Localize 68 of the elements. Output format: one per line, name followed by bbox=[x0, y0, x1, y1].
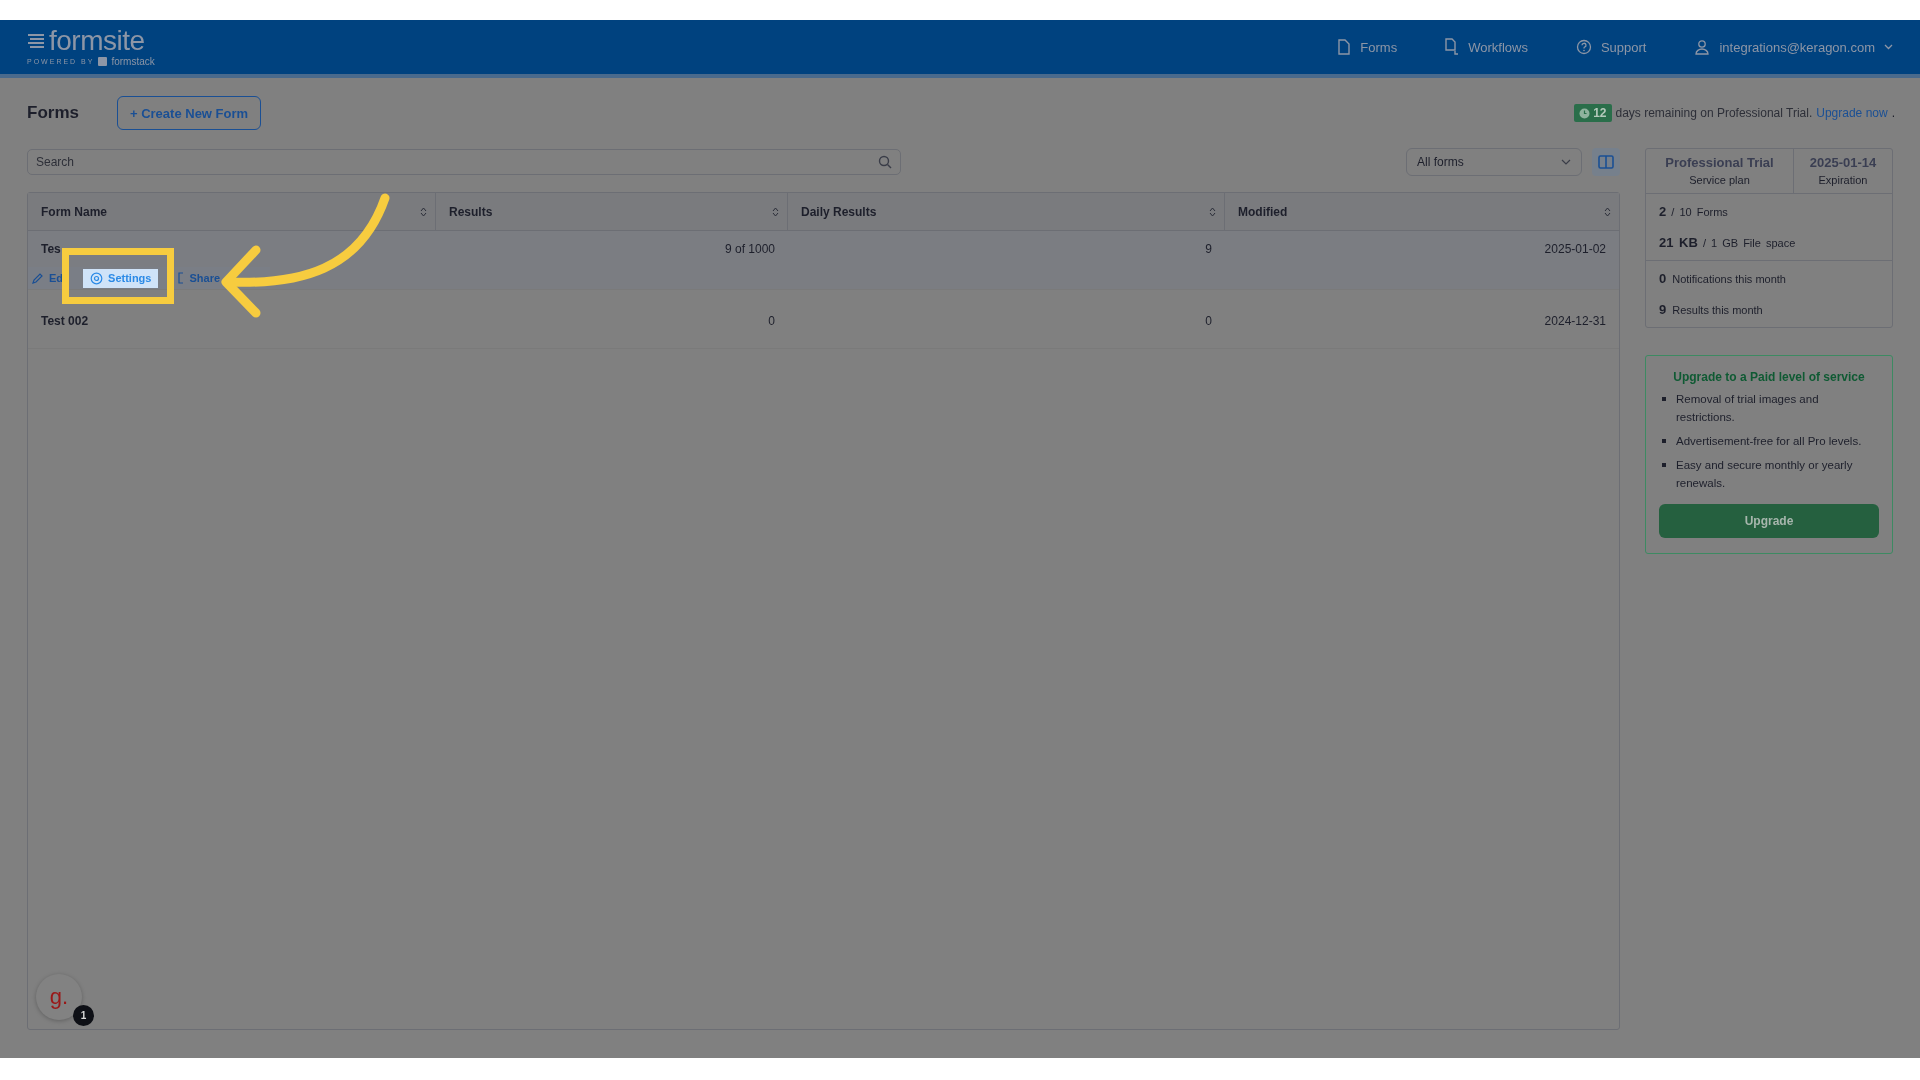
plan-caption: Service plan bbox=[1688, 174, 1751, 186]
action-link[interactable]: Ed bbox=[30, 269, 66, 287]
page-title: Forms bbox=[27, 103, 79, 123]
search-field[interactable]: Search bbox=[27, 149, 901, 175]
nav-link[interactable]: Support bbox=[1575, 38, 1647, 56]
user-icon bbox=[1694, 39, 1711, 55]
create-form-button[interactable]: + Create New Form bbox=[116, 96, 262, 130]
lines-icon bbox=[27, 33, 45, 49]
columns-icon bbox=[1598, 155, 1614, 169]
table-row[interactable]: Tes 9 of 1000 9 2025-01-02 Ed Settings Share bbox=[28, 231, 1619, 290]
upgrade-title: Upgrade to a Paid level of service bbox=[1672, 370, 1866, 384]
table-cell-text: 0 bbox=[767, 314, 776, 328]
upgrade-button[interactable]: Upgrade bbox=[1659, 504, 1879, 538]
column-header[interactable]: Modified bbox=[1225, 193, 1619, 230]
table-cell-text: 9 bbox=[1204, 242, 1213, 256]
chevron-down-icon bbox=[1561, 159, 1571, 165]
benefit-text: Removal of trial images and restrictions. bbox=[1676, 392, 1820, 425]
usage-stat: 21 KB / 1 GB File space bbox=[1659, 235, 1797, 250]
formstack-text: formstack bbox=[111, 56, 155, 67]
documents-icon bbox=[1445, 38, 1460, 56]
nav-link[interactable]: integrations@keragon.com bbox=[1694, 38, 1893, 56]
document-icon bbox=[1337, 39, 1352, 55]
bullet-icon bbox=[1662, 439, 1666, 443]
formstack-icon bbox=[98, 57, 108, 66]
expiry-caption: Expiration bbox=[1817, 174, 1869, 186]
action-link[interactable]: Settings bbox=[83, 268, 159, 288]
upgrade-link[interactable]: Upgrade now bbox=[1816, 106, 1888, 120]
sort-icon bbox=[772, 206, 779, 217]
days-badge: 12 bbox=[1574, 104, 1612, 122]
view-toggle-button[interactable] bbox=[1592, 148, 1620, 176]
bullet-icon bbox=[1662, 397, 1666, 401]
column-header[interactable]: Results bbox=[436, 193, 788, 230]
sort-icon bbox=[1604, 206, 1611, 217]
settings-icon bbox=[90, 271, 104, 285]
stat-label: Notifications this month bbox=[1672, 273, 1786, 285]
column-header[interactable]: Form Name bbox=[28, 193, 436, 230]
help-icon bbox=[1575, 39, 1592, 55]
period-text: . bbox=[1891, 106, 1895, 120]
action-link[interactable]: Share bbox=[176, 269, 223, 287]
table-cell-text: 2024-12-31 bbox=[1543, 314, 1607, 328]
benefit-text: Advertisement-free for all Pro levels. bbox=[1676, 434, 1862, 449]
benefit-text: Easy and secure monthly or yearly renewals. bbox=[1676, 458, 1854, 491]
usage-stat: 2 / 10 Forms bbox=[1659, 204, 1729, 219]
stat-value: 0 bbox=[1659, 271, 1667, 286]
logo-text[interactable]: formsite bbox=[49, 27, 145, 55]
nav-link[interactable]: Workflows bbox=[1445, 38, 1528, 56]
table-cell-text: Tes bbox=[40, 242, 62, 256]
table-cell-text: 2025-01-02 bbox=[1543, 242, 1607, 256]
assistant-button[interactable]: g. bbox=[36, 974, 82, 1020]
table-cell-text: Test 002 bbox=[40, 314, 90, 328]
expiry-date: 2025-01-14 bbox=[1808, 155, 1878, 170]
table-row[interactable]: Test 002 0 0 2024-12-31 bbox=[28, 290, 1619, 349]
sort-icon bbox=[420, 206, 427, 217]
stat-value: 9 bbox=[1659, 302, 1667, 317]
pencil-icon bbox=[32, 272, 44, 284]
table-cell-text: 9 of 1000 bbox=[723, 242, 776, 256]
column-header[interactable]: Daily Results bbox=[788, 193, 1225, 230]
table-cell-text: 0 bbox=[1204, 314, 1213, 328]
chevron-down-icon bbox=[1884, 44, 1893, 50]
sort-icon bbox=[1209, 206, 1216, 217]
stat-label: Results this month bbox=[1672, 304, 1763, 316]
notification-badge: 1 bbox=[73, 1005, 94, 1026]
plan-name: Professional Trial bbox=[1664, 155, 1775, 170]
filter-dropdown[interactable]: All forms bbox=[1406, 148, 1582, 176]
search-icon bbox=[878, 155, 892, 169]
nav-link[interactable]: Forms bbox=[1337, 38, 1398, 56]
bullet-icon bbox=[1662, 463, 1666, 467]
trial-message: days remaining on Professional Trial. bbox=[1615, 106, 1813, 120]
